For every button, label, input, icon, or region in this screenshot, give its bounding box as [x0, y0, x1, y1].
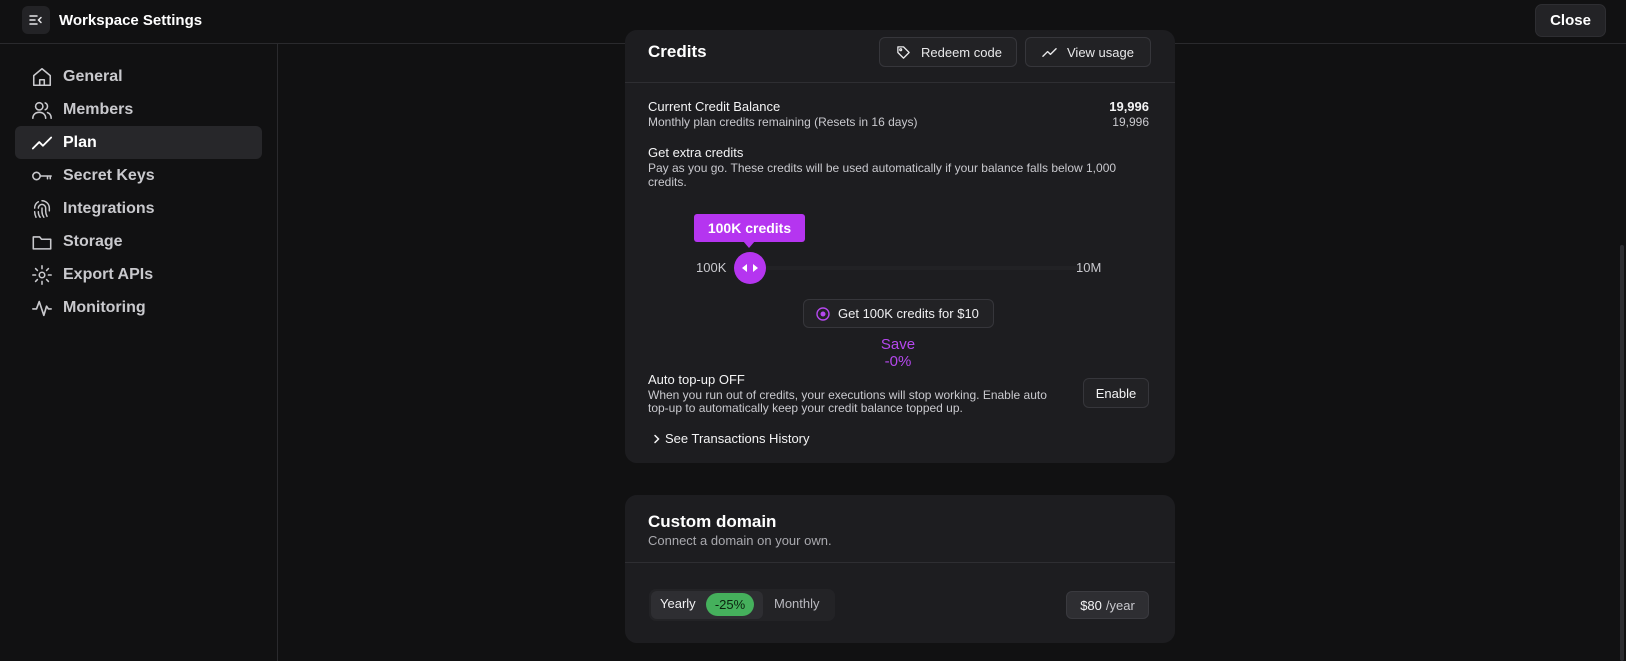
sidebar-item-general[interactable]: General: [15, 60, 262, 93]
chevron-right-icon: [654, 434, 660, 443]
trend-icon: [1042, 47, 1057, 57]
view-usage-label: View usage: [1067, 44, 1134, 60]
price-period: /year: [1105, 597, 1135, 613]
credits-slider-handle[interactable]: [734, 252, 766, 284]
extra-credits-desc-line1: Pay as you go. These credits will be use…: [648, 161, 1117, 175]
slider-max-label: 10M: [1076, 260, 1102, 275]
scrollbar[interactable]: [1620, 245, 1624, 661]
home-icon: [31, 66, 53, 88]
monthly-credits-value: 19,996: [1112, 115, 1149, 129]
monthly-credits-label: Monthly plan credits remaining (Resets i…: [648, 115, 918, 129]
sidebar: General Members Plan Secret Keys Integra…: [0, 44, 278, 661]
sidebar-item-label: Members: [63, 100, 134, 118]
sidebar-item-monitoring[interactable]: Monitoring: [15, 291, 262, 324]
custom-domain-title: Custom domain: [648, 512, 777, 531]
sidebar-item-label: Plan: [63, 133, 97, 151]
sidebar-item-label: Integrations: [63, 199, 155, 217]
auto-topup-desc-line1: When you run out of credits, your execut…: [648, 388, 1047, 402]
sidebar-item-storage[interactable]: Storage: [15, 225, 262, 258]
extra-credits-title: Get extra credits: [648, 145, 744, 160]
users-icon: [31, 99, 53, 121]
divider: [625, 562, 1175, 563]
transactions-history-label: See Transactions History: [665, 431, 810, 446]
fingerprint-icon: [31, 198, 53, 220]
page-title: Workspace Settings: [59, 12, 203, 29]
sidebar-item-label: Export APIs: [63, 265, 154, 283]
billing-option-monthly[interactable]: Monthly: [774, 596, 820, 611]
sidebar-item-label: Monitoring: [63, 298, 146, 316]
credits-slider-track[interactable]: [750, 266, 1083, 270]
divider: [625, 82, 1175, 83]
collapse-sidebar-icon: [29, 15, 42, 25]
domain-price: $80 /year: [1066, 591, 1149, 619]
key-icon: [31, 165, 53, 187]
sidebar-item-plan[interactable]: Plan: [15, 126, 262, 159]
folder-icon: [31, 231, 53, 253]
export-api-icon: [31, 264, 53, 286]
sidebar-item-integrations[interactable]: Integrations: [15, 192, 262, 225]
balance-label: Current Credit Balance: [648, 99, 781, 114]
sidebar-item-label: General: [63, 67, 123, 85]
yearly-label: Yearly: [660, 596, 696, 611]
transactions-history-toggle[interactable]: See Transactions History: [652, 431, 810, 446]
extra-credits-desc-line2: credits.: [648, 175, 687, 189]
close-button[interactable]: Close: [1535, 4, 1606, 37]
slider-tooltip: 100K credits: [694, 214, 805, 242]
buy-credits-label: Get 100K credits for $10: [838, 306, 979, 321]
discount-badge: -25%: [706, 593, 754, 616]
pulse-icon: [31, 297, 53, 319]
radio-target-icon: [816, 306, 830, 321]
view-usage-button[interactable]: View usage: [1025, 37, 1151, 67]
trend-icon: [31, 132, 53, 154]
sidebar-item-label: Secret Keys: [63, 166, 155, 184]
sidebar-item-secret-keys[interactable]: Secret Keys: [15, 159, 262, 192]
price-value: $80: [1080, 597, 1102, 613]
buy-credits-button[interactable]: Get 100K credits for $10: [803, 299, 994, 328]
slider-tooltip-arrow: [743, 241, 755, 248]
tag-icon: [897, 45, 910, 59]
redeem-code-button[interactable]: Redeem code: [879, 37, 1017, 67]
balance-value: 19,996: [1109, 99, 1149, 114]
sidebar-item-label: Storage: [63, 232, 123, 250]
auto-topup-title: Auto top-up OFF: [648, 372, 745, 387]
credits-title: Credits: [648, 42, 707, 61]
collapse-sidebar-button[interactable]: [22, 6, 50, 34]
save-percentage: Save -0%: [880, 336, 916, 370]
sidebar-item-export-apis[interactable]: Export APIs: [15, 258, 262, 291]
auto-topup-desc-line2: top-up to automatically keep your credit…: [648, 401, 963, 415]
custom-domain-subtitle: Connect a domain on your own.: [648, 533, 832, 548]
enable-auto-topup-button[interactable]: Enable: [1083, 378, 1149, 408]
drag-arrows-icon: [742, 264, 758, 272]
slider-min-label: 100K: [696, 260, 727, 275]
sidebar-item-members[interactable]: Members: [15, 93, 262, 126]
redeem-code-label: Redeem code: [921, 44, 1002, 60]
